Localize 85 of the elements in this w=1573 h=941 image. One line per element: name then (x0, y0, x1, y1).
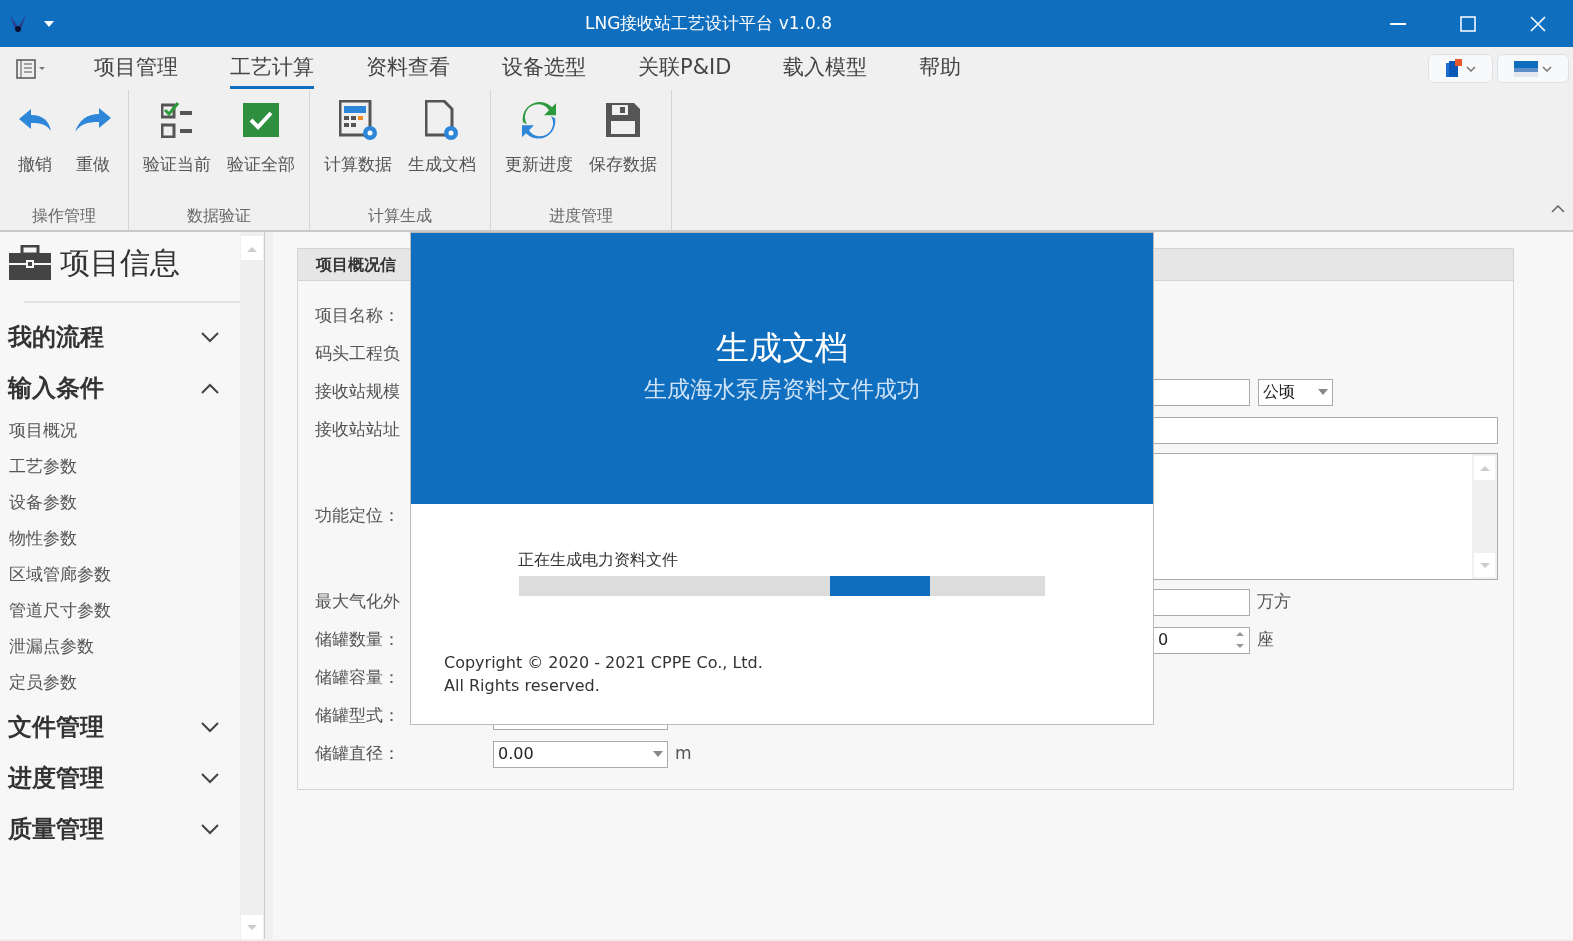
field-label: 储罐容量： (315, 667, 400, 688)
scroll-up-icon[interactable] (241, 236, 263, 260)
document-gear-icon (425, 99, 459, 141)
redo-arrow-icon (74, 107, 112, 133)
unit-label: 万方 (1257, 590, 1291, 614)
group-label: 计算生成 (368, 205, 432, 227)
scroll-up-icon[interactable] (1474, 455, 1495, 480)
sidebar-section[interactable]: 进度管理 (0, 752, 240, 803)
caret-icon (1542, 65, 1552, 72)
sidebar-section[interactable]: 质量管理 (0, 803, 240, 854)
theme-dropdown[interactable] (1497, 54, 1569, 83)
select-field[interactable]: 0.00 (493, 740, 668, 768)
ribbon-button[interactable]: 更新进度 (497, 90, 581, 178)
ribbon-button[interactable]: 生成文档 (400, 90, 484, 178)
calculator-gear-icon (338, 99, 378, 141)
scroll-down-icon[interactable] (241, 915, 263, 939)
sidebar-section[interactable]: 输入条件 (0, 362, 240, 413)
checklist-icon (161, 102, 193, 138)
caret-icon (1466, 65, 1476, 72)
sidebar-item[interactable]: 管道尺寸参数 (0, 593, 240, 629)
minimize-icon (1390, 22, 1406, 25)
field-label: 储罐数量： (315, 629, 400, 650)
group-label: 数据验证 (187, 205, 251, 227)
ribbon-button[interactable]: 重做 (64, 90, 122, 178)
chevron-down-icon (200, 822, 220, 835)
unit-select[interactable]: 公顷 (1258, 378, 1333, 406)
sidebar-section[interactable]: 我的流程 (0, 311, 240, 362)
sidebar-item[interactable]: 区域管廊参数 (0, 557, 240, 593)
unit-label: 座 (1257, 628, 1274, 652)
menu-icon[interactable] (16, 56, 46, 81)
ribbon-button[interactable]: 验证当前 (135, 90, 219, 178)
menu-tab[interactable]: 资料查看 (366, 48, 450, 89)
field-label: 码头工程负 (315, 343, 400, 364)
group-label: 进度管理 (549, 205, 613, 227)
field-label: 最大气化外 (315, 591, 400, 612)
dropdown-caret-icon (653, 751, 663, 757)
copyright-text: All Rights reserved. (444, 675, 600, 697)
menu-tab[interactable]: 帮助 (919, 48, 962, 89)
chevron-up-icon (200, 381, 220, 394)
sidebar-section[interactable]: 文件管理 (0, 701, 240, 752)
field-label: 储罐直径： (315, 743, 400, 764)
field-label: 功能定位： (315, 505, 400, 526)
menu-tab[interactable]: 设备选型 (502, 48, 586, 89)
briefcase-icon (8, 244, 52, 281)
menu-tab[interactable]: 工艺计算 (230, 48, 314, 89)
sidebar-title: 项目信息 (60, 244, 180, 282)
dropdown-caret-icon (1318, 389, 1328, 395)
scroll-down-icon[interactable] (1474, 552, 1495, 577)
sidebar-item[interactable]: 工艺参数 (0, 449, 240, 485)
menu-tab[interactable]: 载入模型 (783, 48, 868, 89)
sidebar-item[interactable]: 物性参数 (0, 521, 240, 557)
office-logo-icon (1445, 59, 1462, 78)
office-dropdown[interactable] (1428, 54, 1493, 83)
ribbon-button[interactable]: 撤销 (6, 90, 64, 178)
chevron-down-icon (200, 720, 220, 733)
field-label: 项目名称： (315, 305, 400, 326)
sidebar-item[interactable]: 泄漏点参数 (0, 629, 240, 665)
close-icon (1530, 15, 1546, 32)
dialog-title: 生成文档 (716, 326, 848, 369)
ribbon-button[interactable]: 计算数据 (316, 90, 400, 178)
color-swatch-icon (1514, 60, 1538, 77)
copyright-text: Copyright © 2020 - 2021 CPPE Co., Ltd. (444, 652, 763, 674)
sidebar-item[interactable]: 设备参数 (0, 485, 240, 521)
chevron-down-icon (200, 771, 220, 784)
panel-title: 项目概况信 (316, 253, 396, 276)
ribbon-button[interactable]: 验证全部 (219, 90, 303, 178)
dialog-message: 生成海水泵房资料文件成功 (644, 375, 920, 404)
maximize-icon (1460, 15, 1476, 32)
checkbox-checked-icon (242, 102, 280, 138)
sidebar-item[interactable]: 定员参数 (0, 665, 240, 701)
sidebar-item[interactable]: 项目概况 (0, 413, 240, 449)
window-title: LNG接收站工艺设计平台 v1.0.8 (583, 11, 834, 35)
group-label: 操作管理 (32, 205, 96, 227)
ribbon-button[interactable]: 保存数据 (581, 90, 665, 178)
progress-label: 正在生成电力资料文件 (518, 550, 678, 569)
field-label: 接收站规模 (315, 381, 400, 402)
refresh-icon (521, 100, 557, 140)
spin-arrows-icon[interactable] (1235, 629, 1245, 651)
unit-label: m (675, 742, 692, 766)
chevron-down-icon (200, 330, 220, 343)
menu-tab[interactable]: 关联P&ID (638, 48, 732, 89)
field-label: 储罐型式： (315, 705, 400, 726)
menu-tab[interactable]: 项目管理 (94, 48, 178, 89)
undo-arrow-icon (18, 108, 52, 132)
field-label: 接收站站址 (315, 419, 400, 440)
